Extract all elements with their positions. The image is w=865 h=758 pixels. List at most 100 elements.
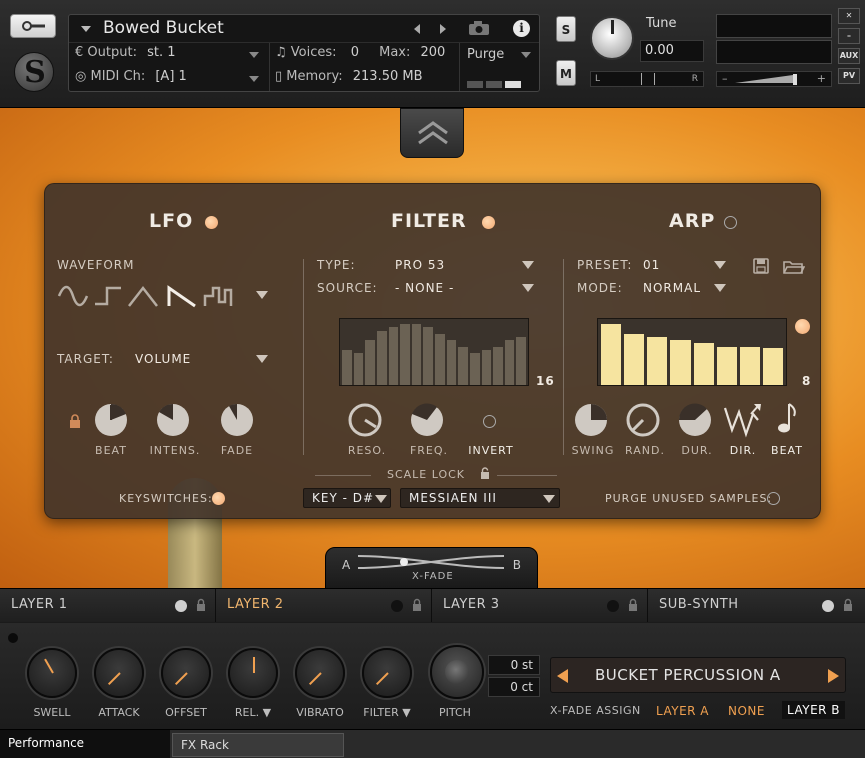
step-bar[interactable] [716, 346, 737, 385]
step-bar[interactable] [481, 349, 492, 385]
step-bar[interactable] [670, 340, 691, 385]
offset-knob[interactable] [161, 648, 211, 698]
random-knob[interactable] [625, 402, 661, 438]
step-bar[interactable] [516, 337, 526, 385]
info-icon[interactable]: i [513, 20, 530, 37]
step-bar[interactable] [762, 347, 783, 385]
step-bar[interactable] [493, 346, 503, 385]
step-bar[interactable] [342, 349, 352, 385]
frequency-knob[interactable] [409, 402, 445, 438]
scale-dropdown-icon[interactable] [543, 495, 555, 503]
arp-preset-value[interactable]: 01 [643, 258, 660, 272]
lock-icon[interactable] [69, 414, 81, 428]
instrument-menu-chevron-icon[interactable] [81, 26, 91, 32]
lfo-fade-knob[interactable] [219, 402, 255, 438]
aux-button[interactable]: AUX [838, 48, 860, 64]
waveform-dropdown-icon[interactable] [256, 291, 268, 299]
arp-mode-value[interactable]: NORMAL [643, 281, 701, 295]
wrench-button[interactable] [10, 14, 56, 38]
previous-instrument-arrow-icon[interactable] [414, 24, 420, 34]
beat-note-icon[interactable] [775, 400, 799, 436]
step-bar[interactable] [376, 330, 387, 385]
instrument-title[interactable]: Bowed Bucket [103, 18, 224, 38]
tab-performance[interactable]: Performance [0, 730, 170, 758]
next-instrument-arrow-icon[interactable] [440, 24, 446, 34]
tune-knob[interactable] [590, 16, 634, 60]
xfade-assign-none[interactable]: NONE [728, 704, 765, 718]
purge-unused-toggle[interactable] [767, 492, 780, 505]
attack-knob[interactable] [94, 648, 144, 698]
tab-sub-synth[interactable]: SUB-SYNTH [648, 589, 865, 622]
step-bar[interactable] [601, 324, 622, 385]
arp-enable-toggle[interactable] [724, 216, 737, 229]
keyswitches-toggle[interactable] [212, 492, 225, 505]
filter-type-value[interactable]: PRO 53 [395, 258, 445, 272]
direction-icon[interactable] [723, 400, 763, 438]
lock-icon[interactable] [196, 598, 206, 611]
step-bar[interactable] [446, 340, 457, 385]
arp-mode-dropdown-icon[interactable] [714, 284, 726, 292]
lfo-enable-toggle[interactable] [205, 216, 218, 229]
key-dropdown-icon[interactable] [375, 495, 387, 503]
layer-1-power-toggle[interactable] [175, 600, 187, 612]
xfade-assign-layer-b[interactable]: LAYER B [782, 701, 846, 719]
camera-icon[interactable] [468, 20, 490, 36]
mute-button[interactable]: M [556, 60, 576, 86]
duration-knob[interactable] [677, 402, 713, 438]
cent-field[interactable]: 0 ct [488, 677, 540, 697]
layer-3-power-toggle[interactable] [607, 600, 619, 612]
solo-button[interactable]: S [556, 16, 576, 42]
step-bar[interactable] [504, 340, 515, 385]
step-bar[interactable] [435, 333, 445, 385]
max-voices-value[interactable]: 200 [421, 45, 446, 60]
filter-steps-count[interactable]: 16 [536, 374, 555, 388]
sub-synth-power-toggle[interactable] [822, 600, 834, 612]
filter-source-dropdown-icon[interactable] [522, 284, 534, 292]
lock-icon[interactable] [843, 598, 853, 611]
pitch-wheel[interactable] [430, 645, 484, 699]
xfade-assign-layer-a[interactable]: LAYER A [656, 704, 709, 718]
step-bar[interactable] [353, 353, 364, 385]
scale-dropdown[interactable]: MESSIAEN III [400, 488, 560, 508]
midi-dropdown-icon[interactable] [249, 76, 259, 82]
arp-steps-count[interactable]: 8 [802, 374, 811, 388]
tab-layer-3[interactable]: LAYER 3 [432, 589, 648, 622]
filter-knob[interactable] [362, 648, 412, 698]
save-icon[interactable] [753, 258, 769, 274]
step-bar[interactable] [388, 327, 399, 385]
purge-menu[interactable]: Purge [467, 47, 504, 62]
lfo-beat-knob[interactable] [93, 402, 129, 438]
arp-step-sequencer[interactable] [597, 318, 787, 386]
volume-handle[interactable] [793, 74, 797, 85]
pv-button[interactable]: PV [838, 68, 860, 84]
folder-open-icon[interactable] [783, 259, 805, 275]
release-knob[interactable] [228, 648, 278, 698]
filter-type-dropdown-icon[interactable] [522, 261, 534, 269]
lfo-intensity-knob[interactable] [155, 402, 191, 438]
target-value[interactable]: VOLUME [135, 352, 191, 366]
pan-center-handle[interactable] [641, 73, 655, 85]
swell-knob[interactable] [27, 648, 77, 698]
step-bar[interactable] [739, 346, 760, 385]
xfade-control[interactable]: A B X-FADE [325, 547, 538, 589]
tab-layer-1[interactable]: LAYER 1 [0, 589, 216, 622]
output-row[interactable]: € Output: st. 1 [75, 45, 265, 67]
arp-step-toggle[interactable] [795, 319, 810, 334]
pan-slider[interactable]: L R [590, 71, 704, 87]
purge-dropdown-icon[interactable] [521, 52, 531, 58]
step-bar[interactable] [693, 343, 714, 385]
lock-icon[interactable] [628, 598, 638, 611]
tab-fx-rack[interactable]: FX Rack [172, 733, 344, 757]
close-button[interactable]: ✕ [838, 8, 860, 24]
lock-icon[interactable] [412, 598, 422, 611]
target-dropdown-icon[interactable] [256, 355, 268, 363]
midi-channel-row[interactable]: ◎ MIDI Ch: [A] 1 [75, 69, 265, 91]
step-bar[interactable] [400, 324, 410, 385]
preset-selector[interactable]: BUCKET PERCUSSION A [550, 657, 846, 693]
step-bar[interactable] [411, 324, 422, 385]
resonance-knob[interactable] [347, 402, 383, 438]
vibrato-knob[interactable] [295, 648, 345, 698]
arp-preset-dropdown-icon[interactable] [714, 261, 726, 269]
step-bar[interactable] [365, 340, 375, 385]
collapse-panel-button[interactable] [400, 108, 464, 158]
